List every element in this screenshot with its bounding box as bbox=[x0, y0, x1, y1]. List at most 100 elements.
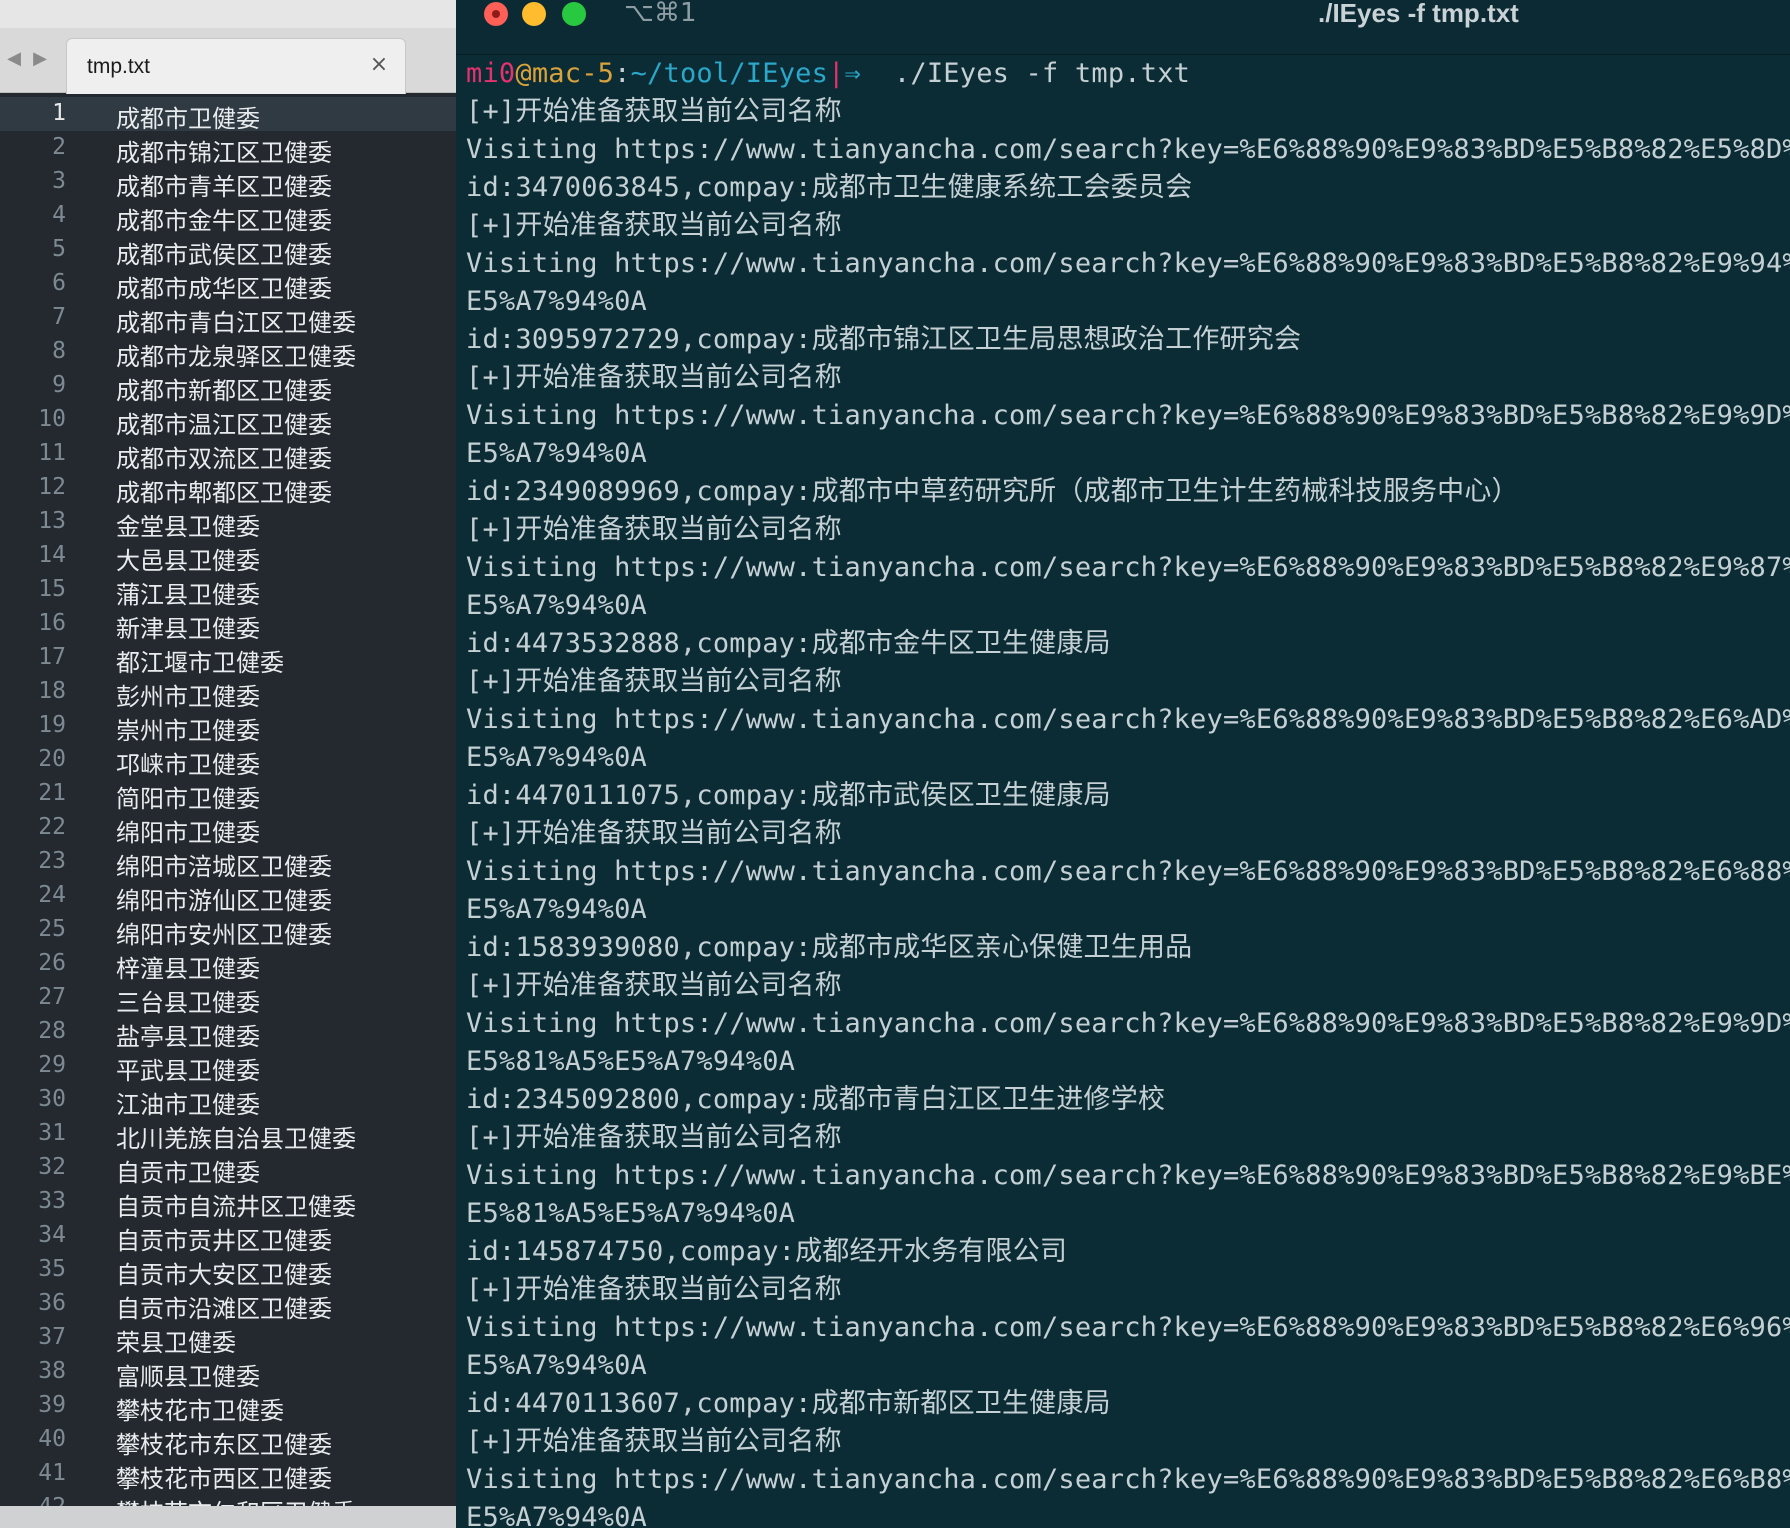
editor-line[interactable]: 35 自贡市大安区卫健委 bbox=[0, 1253, 456, 1289]
editor-line[interactable]: 29 平武县卫健委 bbox=[0, 1049, 456, 1085]
terminal-output-line: Visiting https://www.tianyancha.com/sear… bbox=[466, 248, 1790, 279]
editor-line[interactable]: 23 绵阳市涪城区卫健委 bbox=[0, 845, 456, 881]
line-text: 荣县卫健委 bbox=[116, 1329, 236, 1357]
editor-line[interactable]: 4 成都市金牛区卫健委 bbox=[0, 199, 456, 235]
editor-line[interactable]: 10 成都市温江区卫健委 bbox=[0, 403, 456, 439]
line-text: 成都市锦江区卫健委 bbox=[116, 139, 332, 167]
line-number: 41 bbox=[38, 1460, 66, 1486]
editor-line[interactable]: 30 江油市卫健委 bbox=[0, 1083, 456, 1119]
editor-line[interactable]: 21 简阳市卫健委 bbox=[0, 777, 456, 813]
editor-line[interactable]: 31 北川羌族自治县卫健委 bbox=[0, 1117, 456, 1153]
editor-line[interactable]: 13 金堂县卫健委 bbox=[0, 505, 456, 541]
line-number: 30 bbox=[38, 1086, 66, 1112]
close-window-button[interactable] bbox=[484, 2, 508, 26]
close-icon[interactable]: × bbox=[367, 53, 391, 77]
editor-line[interactable]: 37 荣县卫健委 bbox=[0, 1321, 456, 1357]
line-text: 成都市青白江区卫健委 bbox=[116, 309, 356, 337]
editor-line[interactable]: 12 成都市郫都区卫健委 bbox=[0, 471, 456, 507]
line-number: 32 bbox=[38, 1154, 66, 1180]
line-number: 18 bbox=[38, 678, 66, 704]
editor-line[interactable]: 26 梓潼县卫健委 bbox=[0, 947, 456, 983]
terminal-output-line: E5%A7%94%0A bbox=[466, 590, 648, 621]
terminal-output-line: [+]开始准备获取当前公司名称 bbox=[466, 1426, 842, 1457]
line-text: 自贡市大安区卫健委 bbox=[116, 1261, 332, 1289]
horizontal-scrollbar[interactable] bbox=[0, 1506, 456, 1528]
line-number: 10 bbox=[38, 406, 66, 432]
terminal-output-line: E5%A7%94%0A bbox=[466, 742, 648, 773]
editor-line[interactable]: 38 富顺县卫健委 bbox=[0, 1355, 456, 1391]
line-number: 34 bbox=[38, 1222, 66, 1248]
line-number: 16 bbox=[38, 610, 66, 636]
editor-line[interactable]: 8 成都市龙泉驿区卫健委 bbox=[0, 335, 456, 371]
editor-line[interactable]: 16 新津县卫健委 bbox=[0, 607, 456, 643]
editor-line[interactable]: 20 邛崃市卫健委 bbox=[0, 743, 456, 779]
line-number: 36 bbox=[38, 1290, 66, 1316]
editor-line[interactable]: 2 成都市锦江区卫健委 bbox=[0, 131, 456, 167]
editor-tab-bar: ◀ ▶ tmp.txt × bbox=[0, 28, 456, 94]
line-number: 29 bbox=[38, 1052, 66, 1078]
line-number: 5 bbox=[52, 236, 66, 262]
terminal-output-line: id:3470063845,compay:成都市卫生健康系统工会委员会 bbox=[466, 172, 1193, 203]
terminal-output-line: E5%A7%94%0A bbox=[466, 438, 648, 469]
editor-line[interactable]: 32 自贡市卫健委 bbox=[0, 1151, 456, 1187]
editor-line[interactable]: 36 自贡市沿滩区卫健委 bbox=[0, 1287, 456, 1323]
editor-line[interactable]: 25 绵阳市安州区卫健委 bbox=[0, 913, 456, 949]
line-number: 8 bbox=[52, 338, 66, 364]
editor-line[interactable]: 28 盐亭县卫健委 bbox=[0, 1015, 456, 1051]
editor-line[interactable]: 22 绵阳市卫健委 bbox=[0, 811, 456, 847]
zoom-window-button[interactable] bbox=[562, 2, 586, 26]
editor-line[interactable]: 9 成都市新都区卫健委 bbox=[0, 369, 456, 405]
terminal-output[interactable]: mi0@mac-5:~/tool/IEyes|⇒ ./IEyes -f tmp.… bbox=[466, 55, 1790, 1528]
prompt-command: ./IEyes -f tmp.txt bbox=[861, 58, 1191, 89]
editor-line[interactable]: 33 自贡市自流井区卫健委 bbox=[0, 1185, 456, 1221]
line-number: 20 bbox=[38, 746, 66, 772]
editor-line[interactable]: 41 攀枝花市西区卫健委 bbox=[0, 1457, 456, 1493]
line-number: 39 bbox=[38, 1392, 66, 1418]
line-number: 35 bbox=[38, 1256, 66, 1282]
editor-line[interactable]: 7 成都市青白江区卫健委 bbox=[0, 301, 456, 337]
line-text: 自贡市卫健委 bbox=[116, 1159, 260, 1187]
line-text: 简阳市卫健委 bbox=[116, 785, 260, 813]
terminal-output-line: E5%81%A5%E5%A7%94%0A bbox=[466, 1198, 796, 1229]
line-text: 北川羌族自治县卫健委 bbox=[116, 1125, 356, 1153]
terminal-output-line: E5%A7%94%0A bbox=[466, 1350, 648, 1381]
editor-line[interactable]: 34 自贡市贡井区卫健委 bbox=[0, 1219, 456, 1255]
back-arrow-icon[interactable]: ◀ bbox=[4, 48, 24, 70]
editor-line[interactable]: 11 成都市双流区卫健委 bbox=[0, 437, 456, 473]
line-number: 27 bbox=[38, 984, 66, 1010]
line-number: 21 bbox=[38, 780, 66, 806]
text-editor-window: ◀ ▶ tmp.txt × 1 成都市卫健委 2 成都市锦江区卫健委 3 成都市青羊区卫健… bbox=[0, 0, 456, 1528]
terminal-output-line: E5%81%A5%E5%A7%94%0A bbox=[466, 1046, 796, 1077]
terminal-output-line: Visiting https://www.tianyancha.com/sear… bbox=[466, 1464, 1790, 1495]
prompt-host: mac-5 bbox=[531, 58, 615, 89]
line-text: 成都市新都区卫健委 bbox=[116, 377, 332, 405]
line-number: 12 bbox=[38, 474, 66, 500]
editor-line[interactable]: 5 成都市武侯区卫健委 bbox=[0, 233, 456, 269]
minimize-window-button[interactable] bbox=[522, 2, 546, 26]
line-text: 富顺县卫健委 bbox=[116, 1363, 260, 1391]
terminal-output-line: [+]开始准备获取当前公司名称 bbox=[466, 514, 842, 545]
line-number: 19 bbox=[38, 712, 66, 738]
line-number: 9 bbox=[52, 372, 66, 398]
terminal-output-line: [+]开始准备获取当前公司名称 bbox=[466, 666, 842, 697]
editor-text-area[interactable]: 1 成都市卫健委 2 成都市锦江区卫健委 3 成都市青羊区卫健委 4 成都市金牛区卫健委 5 成都… bbox=[0, 97, 456, 1527]
editor-line[interactable]: 19 崇州市卫健委 bbox=[0, 709, 456, 745]
editor-line[interactable]: 15 蒲江县卫健委 bbox=[0, 573, 456, 609]
editor-line[interactable]: 17 都江堰市卫健委 bbox=[0, 641, 456, 677]
editor-line[interactable]: 3 成都市青羊区卫健委 bbox=[0, 165, 456, 201]
editor-line[interactable]: 40 攀枝花市东区卫健委 bbox=[0, 1423, 456, 1459]
forward-arrow-icon[interactable]: ▶ bbox=[30, 48, 50, 70]
editor-line[interactable]: 24 绵阳市游仙区卫健委 bbox=[0, 879, 456, 915]
line-text: 江油市卫健委 bbox=[116, 1091, 260, 1119]
terminal-output-line: id:145874750,compay:成都经开水务有限公司 bbox=[466, 1236, 1068, 1267]
editor-line[interactable]: 39 攀枝花市卫健委 bbox=[0, 1389, 456, 1425]
tab-tmp-txt[interactable]: tmp.txt × bbox=[66, 38, 406, 94]
editor-line[interactable]: 6 成都市成华区卫健委 bbox=[0, 267, 456, 303]
line-text: 攀枝花市东区卫健委 bbox=[116, 1431, 332, 1459]
editor-line[interactable]: 18 彭州市卫健委 bbox=[0, 675, 456, 711]
editor-line[interactable]: 27 三台县卫健委 bbox=[0, 981, 456, 1017]
line-number: 14 bbox=[38, 542, 66, 568]
editor-line[interactable]: 1 成都市卫健委 bbox=[0, 97, 456, 133]
editor-line[interactable]: 14 大邑县卫健委 bbox=[0, 539, 456, 575]
terminal-output-line: id:2349089969,compay:成都市中草药研究所（成都市卫生计生药械… bbox=[466, 476, 1519, 507]
